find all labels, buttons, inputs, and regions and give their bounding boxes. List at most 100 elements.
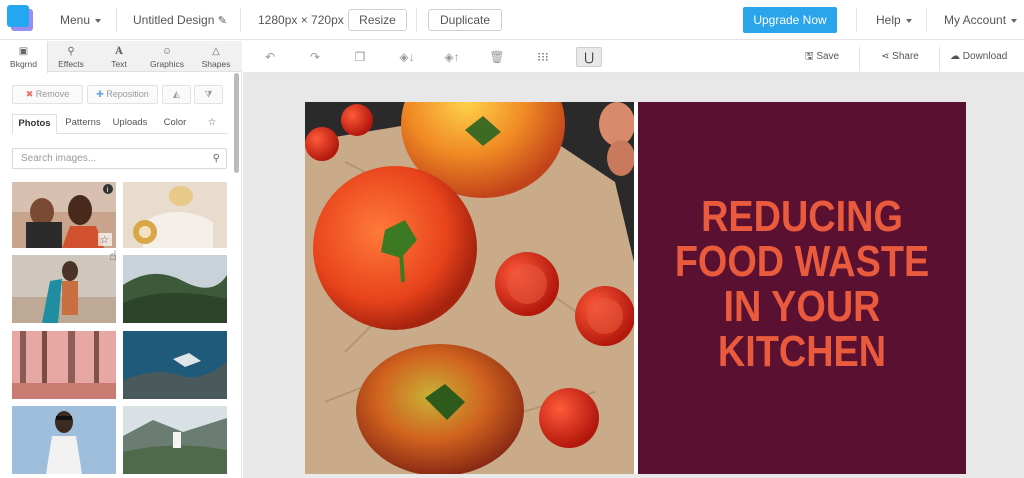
triangle-icon: △ <box>212 46 220 57</box>
undo-icon[interactable]: ↶ <box>262 49 278 65</box>
svg-text:i: i <box>107 186 109 194</box>
help-menu[interactable]: Help <box>876 0 912 40</box>
workspace: REDUCING FOOD WASTE IN YOUR KITCHEN <box>243 73 1024 478</box>
tab-shapes[interactable]: △ Shapes <box>192 41 240 72</box>
flip-horizontal-button[interactable]: ◭ <box>162 85 191 104</box>
remove-icon: ✖ <box>25 89 34 99</box>
duplicate-button[interactable]: Duplicate <box>428 9 502 31</box>
tab-effects[interactable]: ⚲ Effects <box>47 41 95 72</box>
search-input[interactable]: Search images... ⚲ <box>12 148 227 169</box>
share-button[interactable]: ⋖ Share <box>881 41 919 73</box>
copy-icon[interactable]: ❐ <box>352 49 368 65</box>
image-thumbnail[interactable]: i ☆ <box>12 182 116 248</box>
tab-photos[interactable]: Photos <box>12 114 57 134</box>
share-icon: ⋖ <box>881 51 890 62</box>
pencil-icon: ✎ <box>217 15 227 27</box>
image-thumbnail[interactable] <box>123 331 227 399</box>
headline-line: IN YOUR <box>723 282 881 331</box>
move-icon: ✚ <box>96 89 104 99</box>
flip-horizontal-icon: ◭ <box>173 89 180 99</box>
tab-text[interactable]: A Text <box>95 41 143 72</box>
headline-line: KITCHEN <box>717 327 887 376</box>
headline-text[interactable]: REDUCING FOOD WASTE IN YOUR KITCHEN <box>661 194 943 374</box>
download-button[interactable]: ☁ Download <box>950 41 1007 73</box>
design-canvas[interactable]: REDUCING FOOD WASTE IN YOUR KITCHEN <box>305 102 966 474</box>
image-thumbnail[interactable] <box>123 406 227 474</box>
tab-graphics[interactable]: ☺ Graphics <box>143 41 191 72</box>
headline-line: REDUCING <box>701 192 903 241</box>
tab-label: Effects <box>58 59 84 69</box>
magnet-icon[interactable]: ⋃ <box>576 47 602 67</box>
wand-icon: ⚲ <box>67 46 75 57</box>
divider <box>859 47 860 71</box>
search-placeholder: Search images... <box>21 153 97 164</box>
save-icon: 🖫 <box>805 51 814 62</box>
image-thumbnail[interactable] <box>12 255 116 323</box>
divider <box>856 8 857 32</box>
grid-icon[interactable]: ⁝⁝⁝ <box>535 49 551 65</box>
app-logo[interactable] <box>7 5 33 31</box>
sub-tabs: Photos Patterns Uploads Color ☆ <box>12 114 228 134</box>
left-panel: ▣ Bkgrnd ⚲ Effects A Text ☺ Graphics △ Shapes… <box>0 41 242 478</box>
download-label: Download <box>962 51 1008 62</box>
chevron-down-icon <box>1011 18 1018 23</box>
design-title[interactable]: Untitled Design ✎ <box>133 0 227 40</box>
cursor-icon: ☝ <box>109 248 117 263</box>
tab-uploads[interactable]: Uploads <box>110 114 150 134</box>
image-icon: ▣ <box>18 46 29 57</box>
category-tabs: ▣ Bkgrnd ⚲ Effects A Text ☺ Graphics △ Shapes <box>0 41 242 73</box>
svg-text:☆: ☆ <box>100 235 109 246</box>
layer-up-icon[interactable]: ◈↑ <box>440 49 464 65</box>
image-thumbnail[interactable] <box>123 182 227 248</box>
image-thumbnail[interactable] <box>12 406 116 474</box>
smiley-icon: ☺ <box>161 46 173 57</box>
search-icon: ⚲ <box>212 153 220 164</box>
headline-panel[interactable]: REDUCING FOOD WASTE IN YOUR KITCHEN <box>638 102 966 474</box>
redo-icon[interactable]: ↷ <box>307 49 323 65</box>
share-label: Share <box>892 51 919 62</box>
save-button[interactable]: 🖫 Save <box>805 41 839 73</box>
reposition-label: Reposition <box>106 89 149 99</box>
account-menu[interactable]: My Account <box>944 0 1018 40</box>
canvas-dimensions: 1280px × 720px <box>258 13 344 27</box>
headline-line: FOOD WASTE <box>674 237 930 286</box>
remove-label: Remove <box>35 89 70 99</box>
layer-down-icon[interactable]: ◈↓ <box>395 49 419 65</box>
chevron-down-icon <box>905 18 912 23</box>
tab-color[interactable]: Color <box>158 114 192 134</box>
image-thumbnail[interactable] <box>123 255 227 323</box>
star-icon[interactable]: ☆ <box>202 114 222 134</box>
help-label: Help <box>876 13 901 27</box>
scrollbar[interactable] <box>234 73 239 173</box>
divider <box>240 8 241 32</box>
divider <box>416 8 417 32</box>
tab-label: Shapes <box>201 59 231 69</box>
image-thumbnail[interactable] <box>12 331 116 399</box>
top-bar: Menu Untitled Design ✎ 1280px × 720px Re… <box>0 0 1024 40</box>
account-label: My Account <box>944 13 1007 27</box>
remove-button[interactable]: ✖ Remove <box>12 85 83 104</box>
save-label: Save <box>816 51 840 62</box>
reposition-button[interactable]: ✚ Reposition <box>87 85 158 104</box>
trash-icon[interactable]: 🗑 <box>489 49 505 65</box>
tab-background[interactable]: ▣ Bkgrnd <box>0 41 48 73</box>
menu-button[interactable]: Menu <box>60 0 102 40</box>
tab-label: Text <box>111 59 127 69</box>
upgrade-button[interactable]: Upgrade Now <box>743 7 837 33</box>
divider <box>926 8 927 32</box>
flip-vertical-icon: ⧩ <box>204 89 213 99</box>
divider <box>116 8 117 32</box>
divider <box>939 47 940 71</box>
design-title-label: Untitled Design <box>133 13 215 27</box>
editor-toolbar: ↶ ↷ ❐ ◈↓ ◈↑ 🗑 ⁝⁝⁝ ⋃ 🖫 Save ⋖ Share ☁ Dow… <box>243 41 1024 73</box>
tab-label: Bkgrnd <box>10 59 37 69</box>
menu-label: Menu <box>60 13 91 27</box>
flip-vertical-button[interactable]: ⧩ <box>194 85 223 104</box>
tomato-photo[interactable] <box>305 102 634 474</box>
resize-button[interactable]: Resize <box>348 9 407 31</box>
tab-patterns[interactable]: Patterns <box>60 114 106 134</box>
text-icon: A <box>115 46 123 57</box>
chevron-down-icon <box>95 18 102 23</box>
cloud-download-icon: ☁ <box>950 51 960 62</box>
tab-label: Graphics <box>149 59 184 69</box>
